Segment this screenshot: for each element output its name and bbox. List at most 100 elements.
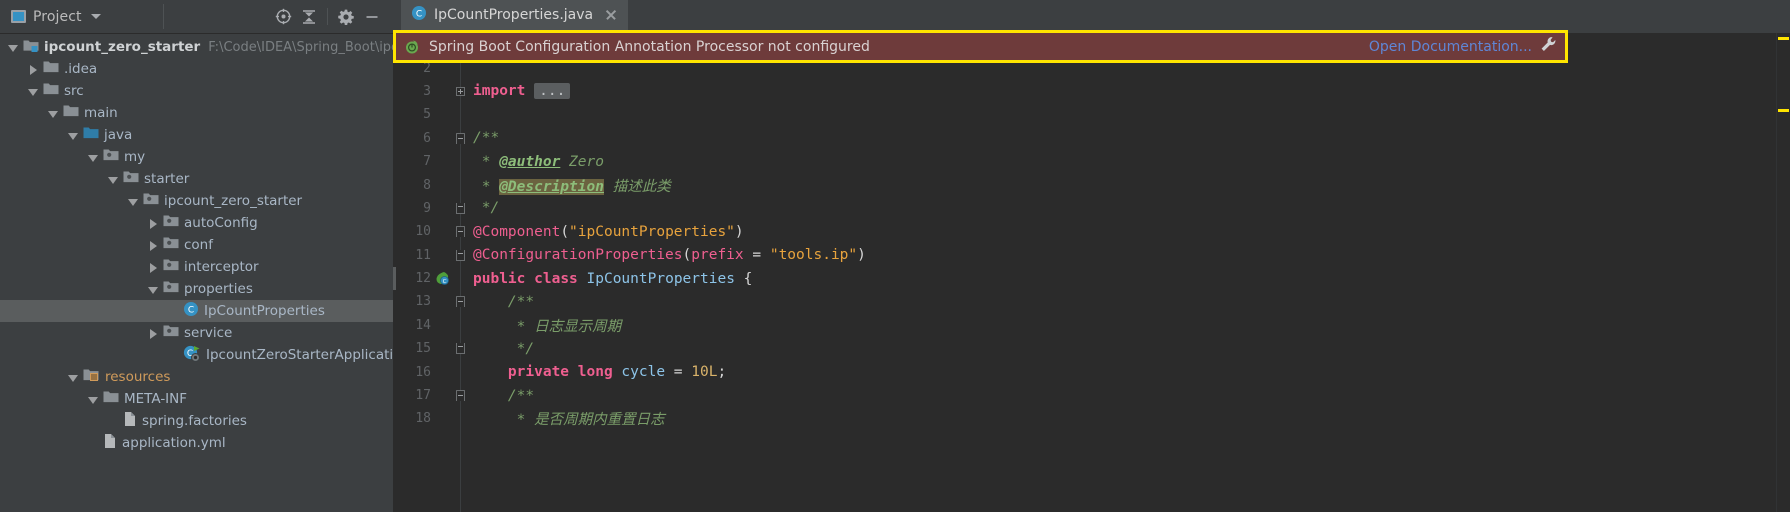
code-text: @ConfigurationProperties(prefix = "tools… (473, 247, 866, 264)
tree-row-label: main (84, 105, 118, 121)
code-line-17[interactable]: 17 /** (393, 384, 1790, 407)
fold-marker[interactable] (453, 390, 467, 402)
tree-row-src[interactable]: src (0, 80, 393, 102)
tree-row-label: IpcountZeroStarterApplication (206, 347, 393, 363)
close-icon[interactable] (604, 8, 618, 22)
tree-row-application-yml[interactable]: application.yml (0, 432, 393, 454)
code-line-8[interactable]: 8 * @Description 描述此类 (393, 173, 1790, 196)
fold-marker[interactable] (453, 202, 467, 214)
tree-row--idea[interactable]: .idea (0, 58, 393, 80)
chevron-down-icon[interactable] (90, 14, 101, 19)
package-icon (163, 236, 179, 254)
chevron-right-icon[interactable] (148, 262, 159, 273)
chevron-down-icon[interactable] (128, 196, 139, 207)
tree-row-spring-factories[interactable]: spring.factories (0, 410, 393, 432)
code-line-7[interactable]: 7 * @author Zero (393, 150, 1790, 173)
line-number: 8 (423, 177, 431, 193)
tree-row-label: properties (184, 281, 253, 297)
line-number: 18 (415, 411, 431, 427)
tree-row-autoconfig[interactable]: autoConfig (0, 212, 393, 234)
code-text: * @author Zero (473, 153, 604, 170)
chevron-down-icon[interactable] (148, 284, 159, 295)
tree-row-my[interactable]: my (0, 146, 393, 168)
code-editor[interactable]: 1package my.starter.ipcount_zero_starter… (393, 33, 1790, 512)
chevron-right-icon[interactable] (148, 240, 159, 251)
line-number: 15 (415, 341, 431, 357)
fold-marker[interactable] (453, 226, 467, 238)
tree-row-starter[interactable]: starter (0, 168, 393, 190)
project-tree[interactable]: ipcount_zero_starter F:\Code\IDEA\Spring_… (0, 34, 393, 454)
package-icon (143, 192, 159, 210)
line-number: 17 (415, 388, 431, 404)
locate-target-icon[interactable] (270, 4, 296, 30)
properties-file-icon (123, 411, 137, 431)
line-number: 14 (415, 317, 431, 333)
minimize-icon[interactable] (359, 4, 385, 30)
fold-marker[interactable] (453, 132, 467, 144)
code-line-15[interactable]: 15 */ (393, 337, 1790, 360)
tree-row-resources[interactable]: resources (0, 366, 393, 388)
code-line-18[interactable]: 18 * 是否周期内重置日志 (393, 407, 1790, 430)
chevron-down-icon[interactable] (88, 394, 99, 405)
inspection-banner: Spring Boot Configuration Annotation Pro… (393, 30, 1568, 63)
fold-marker[interactable] (453, 343, 467, 355)
project-title-group[interactable]: Project (0, 9, 101, 25)
tree-row-label: META-INF (124, 391, 188, 407)
package-icon (163, 324, 179, 342)
gear-icon[interactable] (333, 4, 359, 30)
wrench-icon[interactable] (1540, 36, 1557, 57)
tree-row-java[interactable]: java (0, 124, 393, 146)
chevron-down-icon[interactable] (68, 372, 79, 383)
code-text: /** (473, 387, 535, 404)
tree-row-label: src (64, 83, 84, 99)
tree-row-properties[interactable]: properties (0, 278, 393, 300)
tree-row-main[interactable]: main (0, 102, 393, 124)
tree-row-label: conf (184, 237, 213, 253)
chevron-down-icon[interactable] (68, 130, 79, 141)
chevron-down-icon[interactable] (28, 86, 39, 97)
code-text: * @Description 描述此类 (473, 178, 671, 195)
tree-row-meta-inf[interactable]: META-INF (0, 388, 393, 410)
java-class-icon: C (411, 5, 427, 25)
spring-bean-icon[interactable]: C (431, 271, 453, 286)
code-line-6[interactable]: 6 /** (393, 127, 1790, 150)
tab-ipcountproperties-java[interactable]: C IpCountProperties.java (401, 0, 629, 33)
warning-marker[interactable] (1778, 109, 1789, 112)
chevron-down-icon[interactable] (108, 174, 119, 185)
tree-row-service[interactable]: service (0, 322, 393, 344)
banner-actions: Open Documentation... (1369, 36, 1557, 57)
code-line-12[interactable]: 12 Cpublic class IpCountProperties { (393, 266, 1790, 290)
tree-row-ipcount-zero-starter[interactable]: ipcount_zero_starter F:\Code\IDEA\Spring_… (0, 36, 393, 58)
chevron-right-icon[interactable] (148, 328, 159, 339)
warning-marker[interactable] (1778, 37, 1789, 40)
fold-marker[interactable] (453, 296, 467, 308)
fold-marker[interactable] (453, 86, 467, 96)
spring-boot-app-icon: C (183, 345, 201, 366)
code-line-3[interactable]: 3 import ... (393, 80, 1790, 103)
code-line-10[interactable]: 10 @Component("ipCountProperties") (393, 220, 1790, 243)
fold-marker[interactable] (453, 249, 467, 261)
tree-row-label: my (124, 149, 146, 165)
code-line-11[interactable]: 11 @ConfigurationProperties(prefix = "too… (393, 244, 1790, 267)
tree-row-interceptor[interactable]: interceptor (0, 256, 393, 278)
chevron-down-icon[interactable] (88, 152, 99, 163)
code-line-5[interactable]: 5 (393, 103, 1790, 126)
code-line-16[interactable]: 16 private long cycle = 10L; (393, 360, 1790, 383)
chevron-right-icon[interactable] (148, 218, 159, 229)
marker-gutter[interactable] (1776, 33, 1790, 512)
chevron-down-icon[interactable] (48, 108, 59, 119)
tree-row-ipcountzerostarterapplication[interactable]: C IpcountZeroStarterApplication (0, 344, 393, 366)
code-line-9[interactable]: 9 */ (393, 197, 1790, 220)
tree-row-label: java (104, 127, 133, 143)
chevron-right-icon[interactable] (28, 64, 39, 75)
tree-row-ipcountproperties[interactable]: C IpCountProperties (0, 300, 393, 322)
open-documentation-link[interactable]: Open Documentation... (1369, 39, 1532, 55)
tree-row-conf[interactable]: conf (0, 234, 393, 256)
code-line-14[interactable]: 14 * 日志显示周期 (393, 314, 1790, 337)
tree-row-ipcount-zero-starter[interactable]: ipcount_zero_starter (0, 190, 393, 212)
tree-row-label: service (184, 325, 233, 341)
code-line-13[interactable]: 13 /** (393, 290, 1790, 313)
chevron-down-icon[interactable] (8, 42, 19, 53)
collapse-all-icon[interactable] (296, 4, 322, 30)
